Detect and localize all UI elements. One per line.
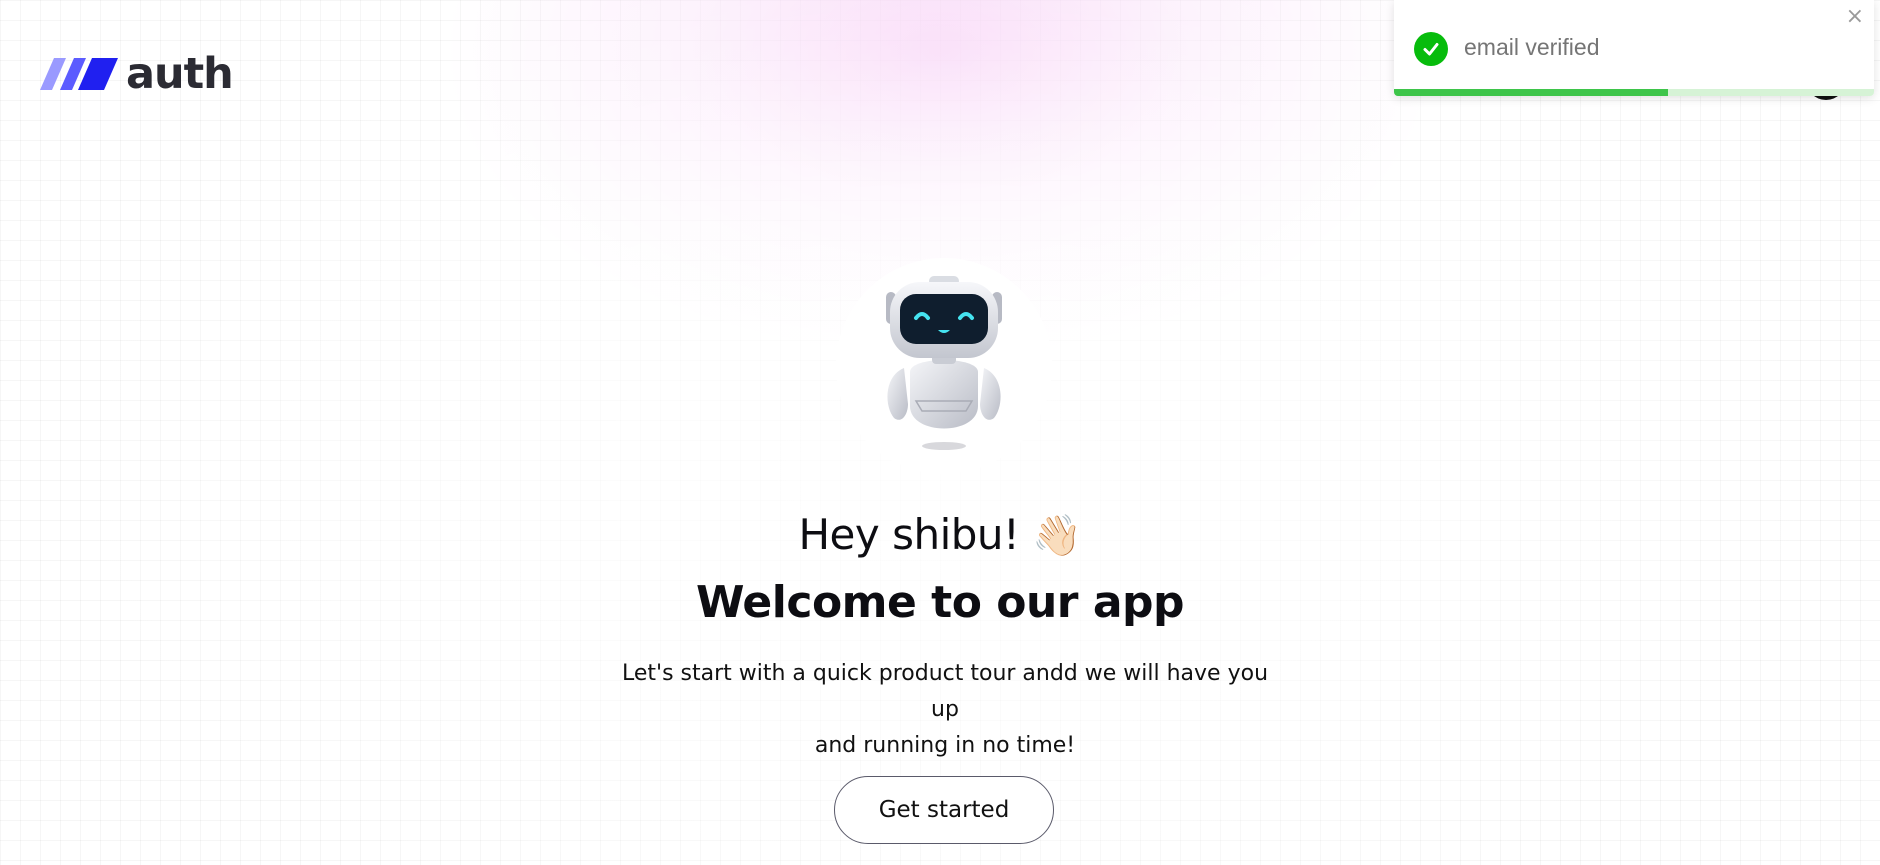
toast-progress-track — [1394, 89, 1874, 96]
toast-message: email verified — [1464, 34, 1600, 60]
get-started-button[interactable]: Get started — [834, 776, 1054, 844]
toast-notification[interactable]: email verified × — [1394, 0, 1874, 96]
brand-name: auth — [126, 48, 234, 99]
subtitle-line-2: and running in no time! — [814, 733, 1076, 758]
close-icon[interactable]: × — [1846, 6, 1864, 28]
toast-progress-bar — [1394, 89, 1668, 96]
welcome-subtitle: Let's start with a quick product tour an… — [610, 656, 1280, 764]
brand-logo[interactable]: auth — [38, 48, 234, 99]
robot-mascot-container — [836, 258, 1052, 474]
greeting-heading: Hey shibu! 👋🏻 — [0, 510, 1880, 559]
robot-mascot-icon — [886, 276, 1002, 450]
welcome-title: Welcome to our app — [695, 577, 1185, 628]
check-circle-icon — [1414, 32, 1448, 66]
slash-stripes-logo-icon — [40, 58, 118, 90]
greeting-text: Hey shibu! — [798, 510, 1020, 559]
subtitle-line-1: Let's start with a quick product tour an… — [621, 661, 1269, 722]
waving-hand-icon: 👋🏻 — [1032, 513, 1082, 559]
